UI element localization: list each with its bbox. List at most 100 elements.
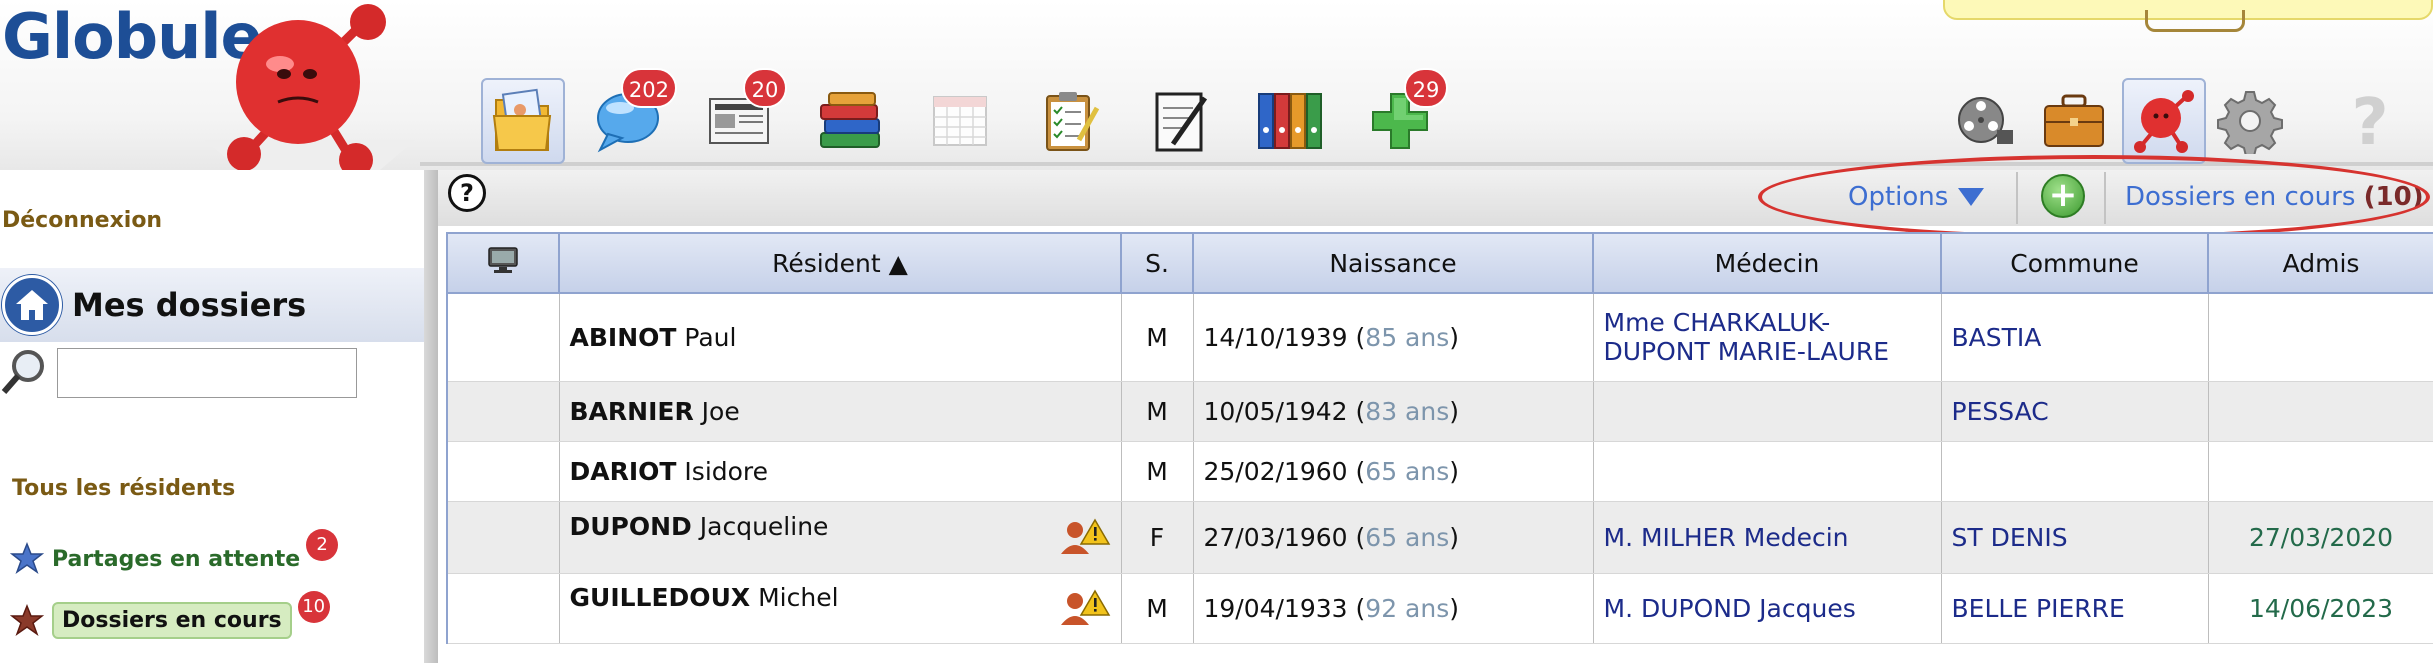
- search-input[interactable]: [57, 348, 357, 398]
- admitted-cell: [2208, 293, 2433, 382]
- doctor-cell[interactable]: M. MILHER Medecin: [1593, 501, 1942, 574]
- town-cell: ST DENIS: [1941, 501, 2209, 574]
- sidebar-item-current-files[interactable]: Dossiers en cours 10: [10, 590, 330, 639]
- globule-mascot-icon: [218, 2, 388, 181]
- column-header-doctor[interactable]: Médecin: [1593, 232, 1942, 294]
- admitted-cell: 27/03/2020: [2208, 501, 2433, 574]
- person-warning-icon: [1059, 587, 1111, 633]
- doctor-cell[interactable]: M. DUPOND Jacques: [1593, 573, 1942, 644]
- column-header-birth[interactable]: Naissance: [1193, 232, 1594, 294]
- resident-cell[interactable]: DARIOT Isidore: [559, 441, 1122, 502]
- star-icon: [10, 542, 44, 574]
- sidebar-border[interactable]: [424, 170, 438, 663]
- resident-first-name: Isidore: [684, 456, 769, 486]
- current-files-badge: 10: [297, 590, 330, 623]
- sex-cell: M: [1121, 573, 1194, 644]
- resident-last-name: BARNIER: [569, 396, 694, 426]
- table-row[interactable]: GUILLEDOUX Michel M 19/04/1933 (92 ans) …: [446, 573, 2433, 644]
- film-reel-icon[interactable]: [1942, 78, 2026, 164]
- person-warning-icon: [1059, 516, 1111, 562]
- pending-shares-badge: 2: [306, 529, 339, 561]
- yellow-pull-tab[interactable]: [1943, 0, 2433, 32]
- row-screen-cell: [446, 293, 560, 382]
- birth-cell: 10/05/1942 (83 ans): [1193, 381, 1594, 442]
- globule-mascot-icon[interactable]: [2122, 78, 2206, 164]
- resident-cell[interactable]: BARNIER Joe: [559, 381, 1122, 442]
- column-header-town[interactable]: Commune: [1941, 232, 2209, 294]
- gear-icon[interactable]: [2208, 78, 2292, 164]
- age: 65 ans: [1365, 522, 1450, 552]
- table-row[interactable]: BARNIER Joe M 10/05/1942 (83 ans) PESSAC: [446, 381, 2433, 442]
- home-icon: [2, 275, 62, 335]
- messages-badge: 202: [620, 68, 677, 108]
- birth-date: 14/10/1939: [1203, 322, 1348, 352]
- column-header-resident[interactable]: Résident ▲: [559, 232, 1122, 294]
- binders-icon[interactable]: [1248, 78, 1332, 164]
- clasp-icon: [2145, 10, 2245, 32]
- briefcase-icon[interactable]: [2032, 78, 2116, 164]
- doctor-cell[interactable]: [1593, 381, 1942, 442]
- resident-first-name: Paul: [684, 322, 737, 352]
- resident-last-name: GUILLEDOUX: [569, 583, 751, 612]
- admitted-cell: [2208, 381, 2433, 442]
- age: 85 ans: [1365, 322, 1450, 352]
- notepad-pen-icon[interactable]: [1138, 78, 1222, 164]
- residents-table: Résident ▲ S. Naissance Médecin Commune …: [446, 232, 2433, 644]
- folder-icon[interactable]: [481, 78, 565, 164]
- sex-cell: M: [1121, 441, 1194, 502]
- table-row[interactable]: ABINOT Paul M 14/10/1939 (85 ans) Mme CH…: [446, 293, 2433, 382]
- sex-cell: M: [1121, 381, 1194, 442]
- question-mark-icon[interactable]: ?: [2328, 78, 2412, 164]
- row-screen-cell: [446, 381, 560, 442]
- row-screen-cell: [446, 441, 560, 502]
- birth-cell: 14/10/1939 (85 ans): [1193, 293, 1594, 382]
- star-icon: [10, 603, 44, 636]
- resident-last-name: DARIOT: [569, 456, 677, 486]
- medical-cross-icon[interactable]: 29: [1358, 68, 1448, 164]
- resident-first-name: Jacqueline: [699, 512, 829, 541]
- all-residents-link[interactable]: Tous les résidents: [12, 476, 235, 501]
- help-icon[interactable]: ?: [448, 174, 486, 212]
- highlight-ellipse: [1758, 155, 2430, 239]
- svg-text:?: ?: [2351, 88, 2388, 154]
- birth-date: 10/05/1942: [1203, 396, 1348, 426]
- town-cell: [1941, 441, 2209, 502]
- resident-cell[interactable]: DUPOND Jacqueline: [559, 501, 1122, 574]
- column-header-admitted[interactable]: Admis: [2208, 232, 2433, 294]
- sidebar-item-label: Dossiers en cours: [52, 602, 292, 639]
- table-row[interactable]: DUPOND Jacqueline F 27/03/1960 (65 ans) …: [446, 501, 2433, 574]
- sidebar: [0, 170, 424, 663]
- sidebar-item-pending-shares[interactable]: Partages en attente 2: [10, 529, 339, 576]
- calendar-icon[interactable]: [918, 78, 1002, 164]
- sex-cell: M: [1121, 293, 1194, 382]
- search-icon: [0, 346, 50, 400]
- column-header-screen[interactable]: [446, 232, 560, 294]
- my-files-header[interactable]: Mes dossiers: [0, 268, 424, 342]
- age: 83 ans: [1365, 396, 1450, 426]
- sex-cell: F: [1121, 501, 1194, 574]
- my-files-label: Mes dossiers: [72, 286, 307, 324]
- books-icon[interactable]: [808, 78, 892, 164]
- town-cell: BELLE PIERRE: [1941, 573, 2209, 644]
- resident-first-name: Joe: [701, 396, 740, 426]
- resident-cell[interactable]: ABINOT Paul: [559, 293, 1122, 382]
- table-row[interactable]: DARIOT Isidore M 25/02/1960 (65 ans): [446, 441, 2433, 502]
- logout-link[interactable]: Déconnexion: [2, 208, 162, 233]
- resident-cell[interactable]: GUILLEDOUX Michel: [559, 573, 1122, 644]
- newspaper-icon[interactable]: 20: [697, 68, 787, 164]
- resident-last-name: DUPOND: [569, 512, 692, 541]
- clipboard-checklist-icon[interactable]: [1028, 78, 1112, 164]
- birth-date: 25/02/1960: [1203, 456, 1348, 486]
- column-header-sex[interactable]: S.: [1121, 232, 1194, 294]
- chat-bubble-icon[interactable]: 202: [587, 68, 677, 164]
- row-screen-cell: [446, 573, 560, 644]
- birth-cell: 25/02/1960 (65 ans): [1193, 441, 1594, 502]
- doctor-cell[interactable]: Mme CHARKALUK-DUPONT MARIE-LAURE: [1593, 293, 1942, 382]
- resident-last-name: ABINOT: [569, 322, 677, 352]
- table-header-row: Résident ▲ S. Naissance Médecin Commune …: [446, 232, 2433, 294]
- doctor-cell[interactable]: [1593, 441, 1942, 502]
- news-badge: 20: [743, 68, 787, 108]
- medical-badge: 29: [1404, 68, 1448, 108]
- birth-cell: 19/04/1933 (92 ans): [1193, 573, 1594, 644]
- monitor-icon: [488, 247, 518, 273]
